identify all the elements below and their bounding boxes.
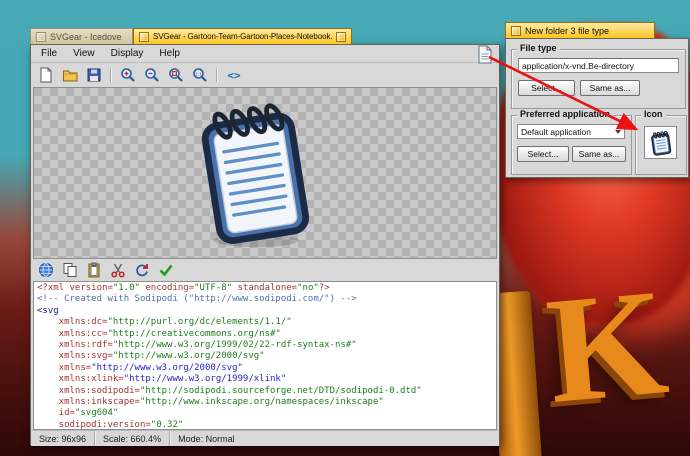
xml-line: <svg [37,306,493,317]
preferred-app-group: Preferred application Default applicatio… [511,115,632,175]
file-type-same-as-button[interactable]: Same as... [580,80,640,96]
zoom-actual-size-icon: 1:1 [192,67,208,83]
status-scale: Scale: 660.4% [95,431,170,446]
cut-icon [110,262,126,278]
window-tab-icedove[interactable]: SVGear - Icedove [30,28,133,44]
globe-icon [38,262,54,278]
window-tab-title: SVGear - Icedove [50,32,122,42]
zoom-in-icon [120,67,136,83]
svgear-window: File View Display Help 1:1 <> [30,44,500,445]
source-view-button[interactable]: <> [224,66,243,85]
toolbar-separator [110,68,111,82]
zoom-out-icon [144,67,160,83]
status-bar: Size: 96x96 Scale: 660.4% Mode: Normal [31,430,499,446]
preferred-app-selected: Default application [521,127,591,137]
menu-bar: File View Display Help [31,45,499,63]
copy-button[interactable] [60,261,79,280]
svg-canvas[interactable] [33,87,497,259]
close-icon[interactable] [139,32,149,42]
zoom-fit-button[interactable] [166,66,185,85]
close-icon[interactable] [511,26,521,36]
xml-source[interactable]: <?xml version="1.0" encoding="UTF-8" sta… [33,281,497,430]
xml-line: xmlns:dc="http://purl.org/dc/elements/1.… [37,317,493,328]
menu-display[interactable]: Display [103,47,152,60]
zoom-actual-size-button[interactable]: 1:1 [190,66,209,85]
file-type-input[interactable] [518,58,679,73]
zoom-fit-icon [168,67,184,83]
menu-help[interactable]: Help [151,47,188,60]
background-artwork-letter: K [542,265,673,427]
chevron-down-icon [615,130,621,134]
web-preview-button[interactable] [36,261,55,280]
save-button[interactable] [84,66,103,85]
open-folder-icon [62,67,78,83]
xml-line: xmlns="http://www.w3.org/2000/svg" [37,363,493,374]
close-icon[interactable] [36,32,46,42]
xml-line: xmlns:xlink="http://www.w3.org/1999/xlin… [37,374,493,385]
xml-line: xmlns:sodipodi="http://sodipodi.sourcefo… [37,386,493,397]
preferred-app-select-button[interactable]: Select... [517,146,569,162]
new-document-icon [38,67,54,83]
icon-group-label: Icon [641,109,666,119]
status-size: Size: 96x96 [31,431,95,446]
xml-line: xmlns:cc="http://creativecommons.org/ns#… [37,329,493,340]
reload-button[interactable] [132,261,151,280]
new-document-button[interactable] [36,66,55,85]
dialog-tab[interactable]: New folder 3 file type [505,22,655,38]
reload-icon [134,262,150,278]
xml-line: xmlns:rdf="http://www.w3.org/1999/02/22-… [37,340,493,351]
notebook-mini-icon [649,129,673,157]
file-type-group-label: File type [517,43,560,53]
dragged-file-icon [477,45,493,64]
preferred-app-group-label: Preferred application [517,109,613,119]
cut-button[interactable] [108,261,127,280]
menu-file[interactable]: File [33,47,65,60]
toolbar-separator [216,68,217,82]
paste-button[interactable] [84,261,103,280]
copy-icon [62,262,78,278]
window-tab-title: SVGear - Gartoon-Team-Gartoon-Places-Not… [153,32,332,41]
menu-view[interactable]: View [65,47,103,60]
dialog-title: New folder 3 file type [525,26,609,36]
svg-text:<>: <> [227,69,241,82]
validate-button[interactable] [156,261,175,280]
zoom-in-button[interactable] [118,66,137,85]
xml-line: id="svg604" [37,408,493,419]
window-tab-notebook-svg[interactable]: SVGear - Gartoon-Team-Gartoon-Places-Not… [133,28,352,44]
edit-toolbar [31,259,499,281]
main-toolbar: 1:1 <> [31,63,499,87]
file-type-group: File type Select... Same as... [511,49,686,109]
preferred-app-dropdown[interactable]: Default application [517,124,625,139]
xml-line: xmlns:svg="http://www.w3.org/2000/svg" [37,351,493,362]
icon-group: Icon [635,115,687,175]
icon-well[interactable] [644,126,677,159]
open-button[interactable] [60,66,79,85]
check-icon [158,262,174,278]
file-type-select-button[interactable]: Select... [518,80,575,96]
xml-line: xmlns:inkscape="http://www.inkscape.org/… [37,397,493,408]
status-mode: Mode: Normal [170,431,243,446]
zoom-out-button[interactable] [142,66,161,85]
xml-line: sodipodi:version="0.32" [37,420,493,430]
save-icon [86,67,102,83]
paste-icon [86,262,102,278]
svg-text:1:1: 1:1 [195,71,202,76]
zoom-window-icon[interactable] [336,32,346,42]
filetype-dialog: File type Select... Same as... Preferred… [505,38,689,178]
xml-line: <!-- Created with Sodipodi ("http://www.… [37,294,493,305]
notebook-image [192,93,318,253]
xml-line: <?xml version="1.0" encoding="UTF-8" sta… [37,283,493,294]
source-view-icon: <> [226,67,242,83]
preferred-app-same-as-button[interactable]: Same as... [572,146,626,162]
